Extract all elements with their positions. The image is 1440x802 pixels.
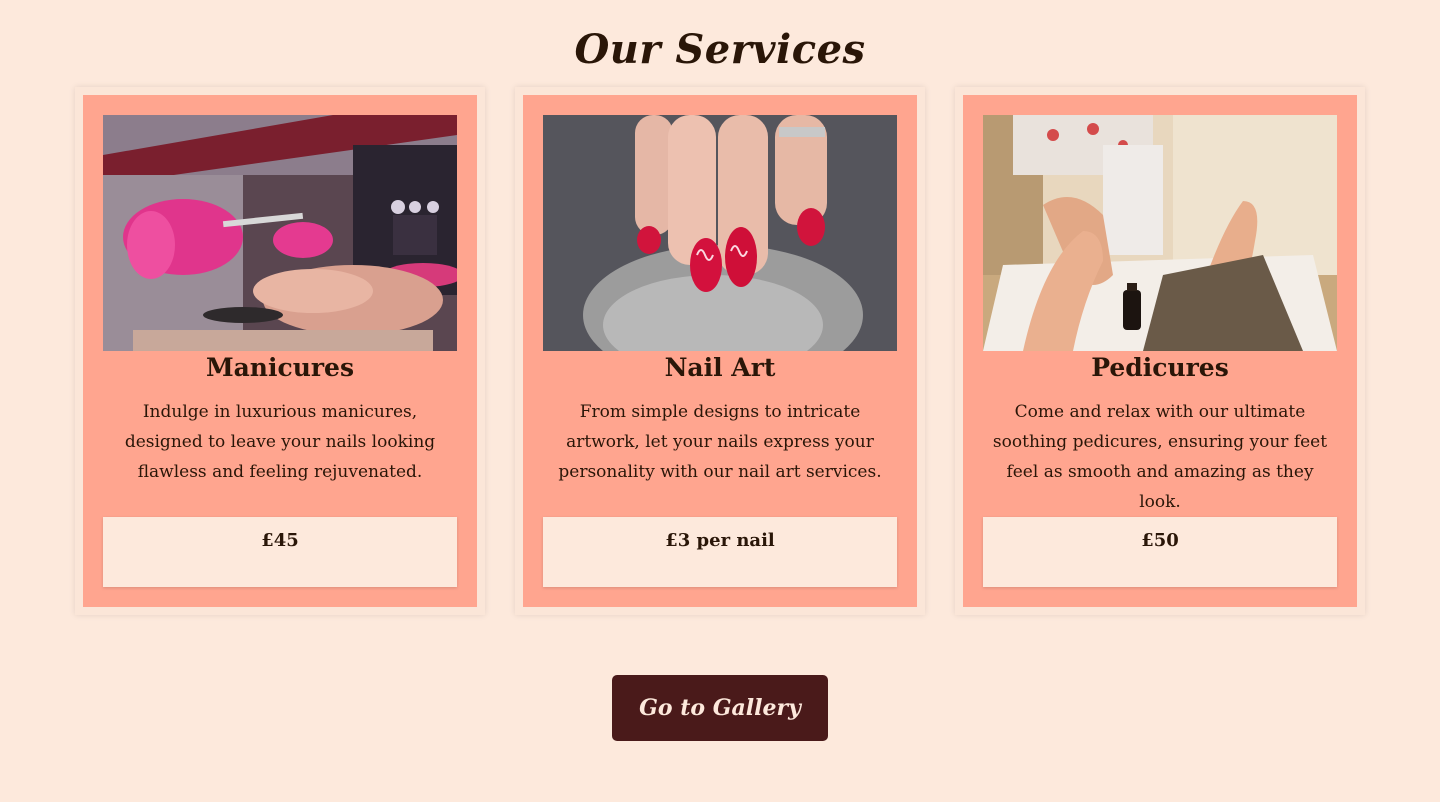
- service-card-inner: Pedicures Come and relax with our ultima…: [963, 95, 1357, 607]
- service-price: £3 per nail: [543, 517, 897, 587]
- service-card-inner: Nail Art From simple designs to intricat…: [523, 95, 917, 607]
- service-card-manicures: Manicures Indulge in luxurious manicures…: [75, 87, 485, 615]
- service-title: Pedicures: [1091, 353, 1229, 382]
- nail-art-photo: [543, 115, 897, 351]
- go-to-gallery-button[interactable]: Go to Gallery: [612, 675, 828, 741]
- service-description: Come and relax with our ultimate soothin…: [992, 402, 1328, 512]
- manicure-photo: [103, 115, 457, 351]
- service-card-inner: Manicures Indulge in luxurious manicures…: [83, 95, 477, 607]
- service-card-nail-art: Nail Art From simple designs to intricat…: [515, 87, 925, 615]
- page-title: Our Services: [574, 26, 866, 73]
- service-title: Manicures: [205, 353, 355, 382]
- service-price: £50: [983, 517, 1337, 587]
- service-price: £45: [103, 517, 457, 587]
- service-title: Nail Art: [664, 353, 776, 382]
- service-description: From simple designs to intricate artwork…: [558, 402, 882, 482]
- service-card-pedicures: Pedicures Come and relax with our ultima…: [955, 87, 1365, 615]
- service-description: Indulge in luxurious manicures, designed…: [124, 402, 436, 482]
- pedicure-photo: [983, 115, 1337, 351]
